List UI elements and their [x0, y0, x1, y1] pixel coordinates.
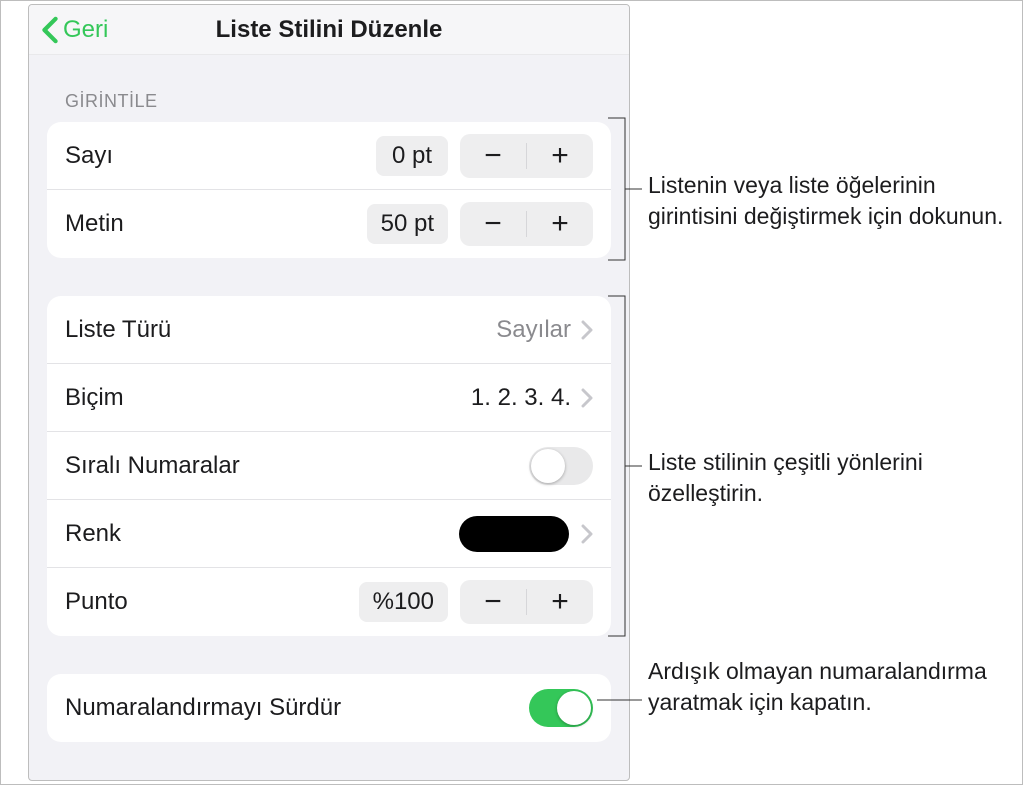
- text-indent-row: Metin 50 pt − +: [47, 190, 611, 258]
- back-label: Geri: [63, 16, 108, 44]
- chevron-right-icon: [581, 388, 593, 408]
- text-indent-label: Metin: [65, 210, 367, 238]
- number-indent-row: Sayı 0 pt − +: [47, 122, 611, 190]
- chevron-right-icon: [581, 320, 593, 340]
- size-decrease[interactable]: −: [460, 580, 526, 624]
- callout-continue: Ardışık olmayan numaralandırma yaratmak …: [648, 656, 1008, 718]
- tiered-numbers-toggle[interactable]: [529, 447, 593, 485]
- number-indent-stepper: − +: [460, 134, 593, 178]
- tiered-numbers-row: Sıralı Numaralar: [47, 432, 611, 500]
- panel-header: Geri Liste Stilini Düzenle: [29, 5, 629, 55]
- tiered-numbers-label: Sıralı Numaralar: [65, 452, 529, 480]
- continue-numbering-row: Numaralandırmayı Sürdür: [47, 674, 611, 742]
- size-row: Punto %100 − +: [47, 568, 611, 636]
- number-indent-increase[interactable]: +: [527, 134, 593, 178]
- color-label: Renk: [65, 520, 459, 548]
- number-indent-decrease[interactable]: −: [460, 134, 526, 178]
- list-type-label: Liste Türü: [65, 316, 496, 344]
- list-style-panel: Geri Liste Stilini Düzenle GİRİNTİLE Say…: [28, 4, 630, 781]
- format-row[interactable]: Biçim 1. 2. 3. 4.: [47, 364, 611, 432]
- chevron-left-icon: [41, 16, 59, 44]
- text-indent-decrease[interactable]: −: [460, 202, 526, 246]
- continue-group: Numaralandırmayı Sürdür: [47, 674, 611, 742]
- color-swatch: [459, 516, 569, 552]
- list-type-value: Sayılar: [496, 316, 571, 344]
- callout-style: Liste stilinin çeşitli yönlerini özelleş…: [648, 447, 1008, 509]
- panel-title: Liste Stilini Düzenle: [29, 16, 629, 44]
- format-label: Biçim: [65, 384, 471, 412]
- size-value[interactable]: %100: [359, 582, 448, 622]
- indent-section-label: GİRİNTİLE: [47, 55, 611, 122]
- size-stepper: − +: [460, 580, 593, 624]
- continue-numbering-label: Numaralandırmayı Sürdür: [65, 694, 529, 722]
- color-row[interactable]: Renk: [47, 500, 611, 568]
- number-indent-label: Sayı: [65, 142, 376, 170]
- chevron-right-icon: [581, 524, 593, 544]
- text-indent-value[interactable]: 50 pt: [367, 204, 448, 244]
- list-type-row[interactable]: Liste Türü Sayılar: [47, 296, 611, 364]
- indent-group: Sayı 0 pt − + Metin 50 pt −: [47, 122, 611, 258]
- style-group: Liste Türü Sayılar Biçim 1. 2. 3. 4. Sır…: [47, 296, 611, 636]
- size-increase[interactable]: +: [527, 580, 593, 624]
- text-indent-stepper: − +: [460, 202, 593, 246]
- size-label: Punto: [65, 588, 359, 616]
- format-value: 1. 2. 3. 4.: [471, 384, 571, 412]
- back-button[interactable]: Geri: [29, 16, 108, 44]
- continue-numbering-toggle[interactable]: [529, 689, 593, 727]
- callout-indent: Listenin veya liste öğelerinin girintisi…: [648, 170, 1008, 232]
- number-indent-value[interactable]: 0 pt: [376, 136, 448, 176]
- text-indent-increase[interactable]: +: [527, 202, 593, 246]
